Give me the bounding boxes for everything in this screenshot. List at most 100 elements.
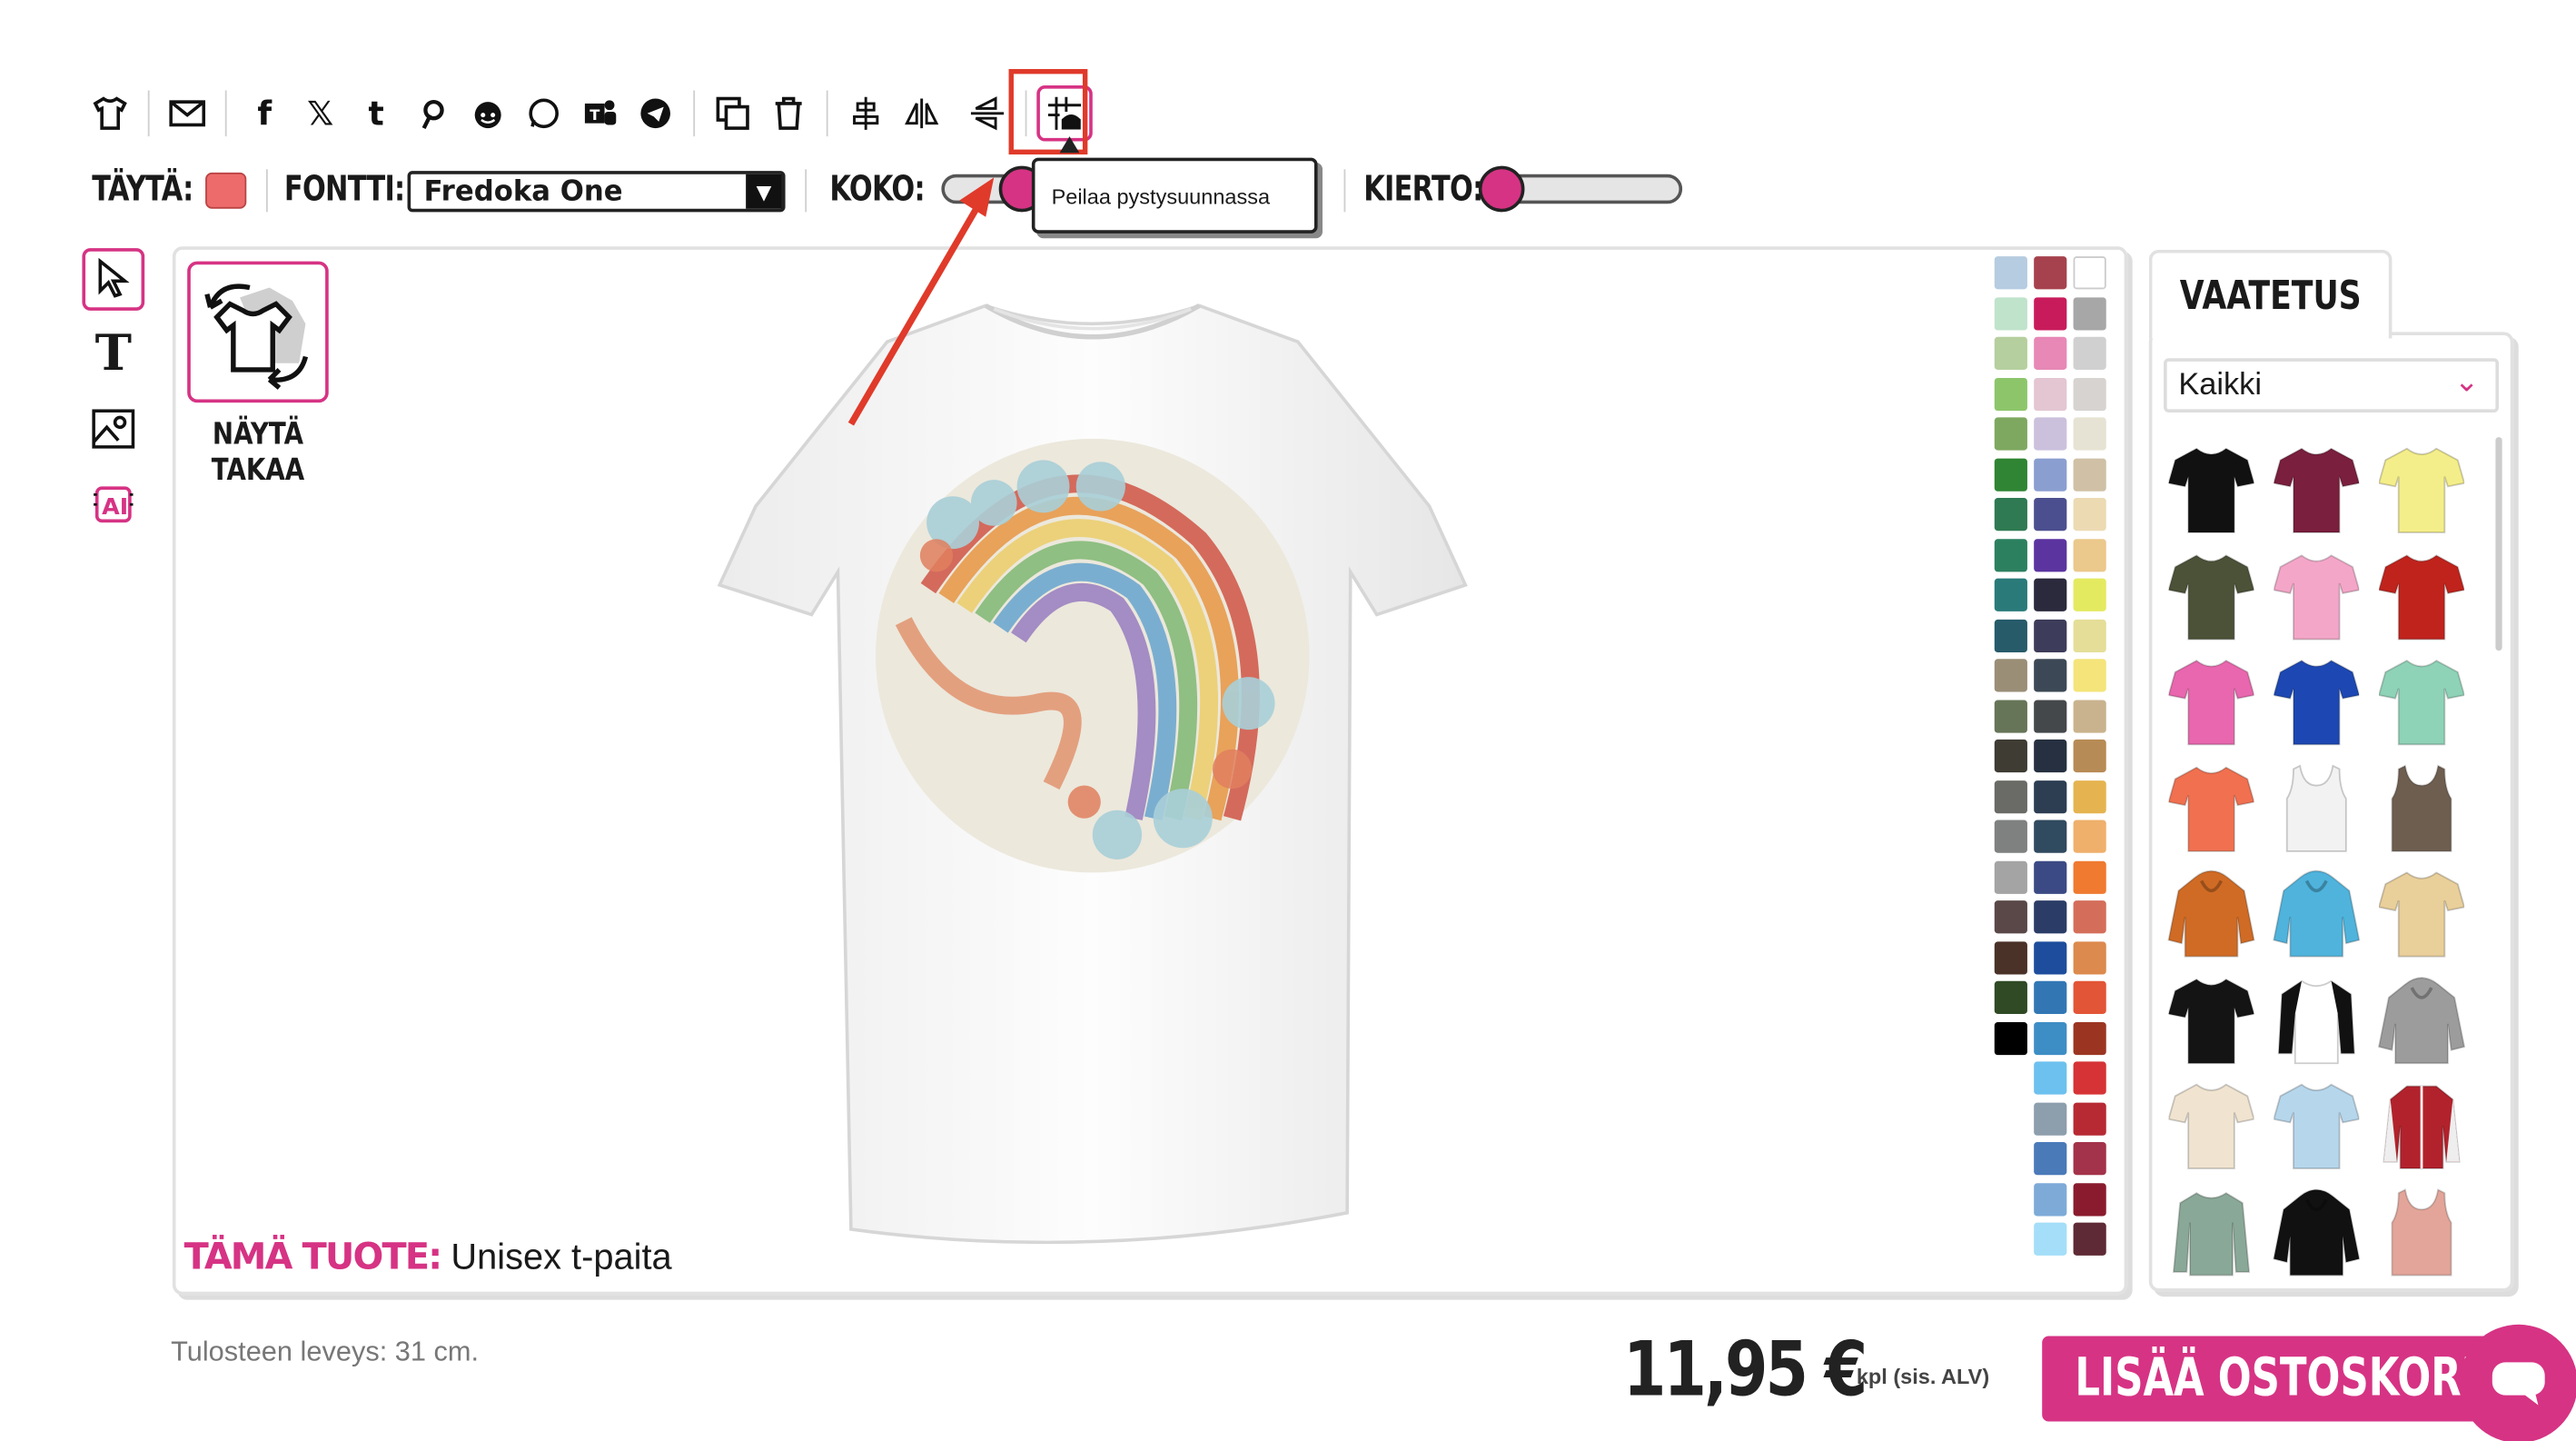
color-swatch[interactable] — [1994, 699, 2027, 732]
color-swatch[interactable] — [2034, 336, 2067, 370]
color-swatch[interactable] — [2034, 498, 2067, 532]
color-swatch[interactable] — [2034, 900, 2067, 934]
color-swatch[interactable] — [2073, 1182, 2106, 1216]
color-swatch[interactable] — [2073, 980, 2106, 1014]
rotation-slider-knob[interactable] — [1478, 165, 1525, 213]
color-swatch[interactable] — [1994, 980, 2027, 1014]
color-swatch[interactable] — [2073, 1021, 2106, 1055]
color-swatch[interactable] — [2073, 860, 2106, 894]
garment-item[interactable] — [2369, 649, 2474, 755]
color-swatch[interactable] — [2034, 820, 2067, 853]
garment-item[interactable] — [2159, 543, 2264, 650]
color-swatch[interactable] — [2073, 820, 2106, 853]
color-swatch[interactable] — [1994, 1021, 2027, 1055]
garment-item[interactable] — [2369, 1073, 2474, 1179]
garment-item[interactable] — [2159, 437, 2264, 543]
color-swatch[interactable] — [2034, 739, 2067, 773]
garment-item[interactable] — [2264, 861, 2369, 968]
color-swatch[interactable] — [2034, 1021, 2067, 1055]
color-swatch[interactable] — [2073, 336, 2106, 370]
color-swatch[interactable] — [2073, 659, 2106, 692]
garment-item[interactable] — [2264, 1073, 2369, 1179]
color-swatch[interactable] — [1994, 417, 2027, 451]
garment-item[interactable] — [2264, 543, 2369, 650]
color-swatch[interactable] — [2034, 417, 2067, 451]
color-swatch[interactable] — [2073, 1061, 2106, 1095]
color-swatch[interactable] — [2034, 1142, 2067, 1176]
garment-item[interactable] — [2264, 1179, 2369, 1286]
color-swatch[interactable] — [2073, 417, 2106, 451]
color-swatch[interactable] — [2073, 739, 2106, 773]
color-swatch[interactable] — [2034, 256, 2067, 290]
color-swatch[interactable] — [1994, 900, 2027, 934]
color-swatch[interactable] — [2034, 1182, 2067, 1216]
color-swatch[interactable] — [2034, 1061, 2067, 1095]
catalog-scrollbar[interactable] — [2495, 437, 2502, 651]
color-swatch[interactable] — [2034, 980, 2067, 1014]
color-swatch[interactable] — [2073, 618, 2106, 652]
garment-item[interactable] — [2159, 649, 2264, 755]
color-swatch[interactable] — [2034, 578, 2067, 611]
color-swatch[interactable] — [2073, 1142, 2106, 1176]
color-swatch[interactable] — [1994, 498, 2027, 532]
color-swatch[interactable] — [2073, 377, 2106, 411]
color-swatch[interactable] — [1994, 336, 2027, 370]
color-swatch[interactable] — [1994, 618, 2027, 652]
garment-item[interactable] — [2159, 755, 2264, 861]
garment-item[interactable] — [2369, 861, 2474, 968]
color-swatch[interactable] — [2034, 1101, 2067, 1135]
color-swatch[interactable] — [1994, 940, 2027, 974]
color-swatch[interactable] — [2034, 296, 2067, 330]
color-swatch[interactable] — [1994, 256, 2027, 290]
color-swatch[interactable] — [1994, 578, 2027, 611]
garment-item[interactable] — [2264, 755, 2369, 861]
color-swatch[interactable] — [1994, 820, 2027, 853]
color-swatch[interactable] — [2073, 940, 2106, 974]
color-swatch[interactable] — [1994, 739, 2027, 773]
color-swatch[interactable] — [2034, 377, 2067, 411]
garment-item[interactable] — [2159, 1179, 2264, 1286]
color-swatch[interactable] — [1994, 659, 2027, 692]
garment-item[interactable] — [2369, 437, 2474, 543]
color-swatch[interactable] — [2034, 659, 2067, 692]
color-swatch[interactable] — [1994, 538, 2027, 571]
garment-item[interactable] — [2369, 967, 2474, 1073]
color-swatch[interactable] — [2034, 860, 2067, 894]
color-swatch[interactable] — [1994, 457, 2027, 491]
color-swatch[interactable] — [1994, 377, 2027, 411]
color-swatch[interactable] — [2034, 940, 2067, 974]
color-swatch[interactable] — [2073, 780, 2106, 813]
garment-item[interactable] — [2369, 1179, 2474, 1286]
color-swatch[interactable] — [2073, 538, 2106, 571]
tab-clothing[interactable]: VAATETUS — [2148, 249, 2393, 339]
garment-item[interactable] — [2264, 437, 2369, 543]
color-swatch[interactable] — [2073, 1101, 2106, 1135]
color-swatch[interactable] — [2073, 296, 2106, 330]
color-swatch[interactable] — [2034, 618, 2067, 652]
garment-item[interactable] — [2264, 967, 2369, 1073]
color-swatch[interactable] — [1994, 296, 2027, 330]
category-select[interactable]: Kaikki ⌄ — [2164, 358, 2500, 412]
color-swatch[interactable] — [2073, 457, 2106, 491]
garment-item[interactable] — [2369, 755, 2474, 861]
color-swatch[interactable] — [2073, 900, 2106, 934]
garment-item[interactable] — [2159, 967, 2264, 1073]
color-swatch[interactable] — [2073, 256, 2106, 290]
color-swatch[interactable] — [2073, 498, 2106, 532]
color-swatch[interactable] — [2034, 780, 2067, 813]
garment-item[interactable] — [2264, 649, 2369, 755]
color-swatch[interactable] — [2073, 1222, 2106, 1256]
garment-item[interactable] — [2369, 543, 2474, 650]
garment-item[interactable] — [2159, 1073, 2264, 1179]
color-swatch[interactable] — [2034, 538, 2067, 571]
color-swatch[interactable] — [1994, 780, 2027, 813]
color-swatch[interactable] — [1994, 860, 2027, 894]
color-swatch[interactable] — [2034, 1222, 2067, 1256]
garment-item[interactable] — [2159, 861, 2264, 968]
chat-button[interactable] — [2459, 1324, 2576, 1441]
color-swatch[interactable] — [2073, 699, 2106, 732]
color-swatch[interactable] — [2034, 699, 2067, 732]
color-swatch[interactable] — [2034, 457, 2067, 491]
color-swatch[interactable] — [2073, 578, 2106, 611]
add-to-cart-button[interactable]: LISÄÄ OSTOSKORIIN — [2042, 1336, 2519, 1422]
